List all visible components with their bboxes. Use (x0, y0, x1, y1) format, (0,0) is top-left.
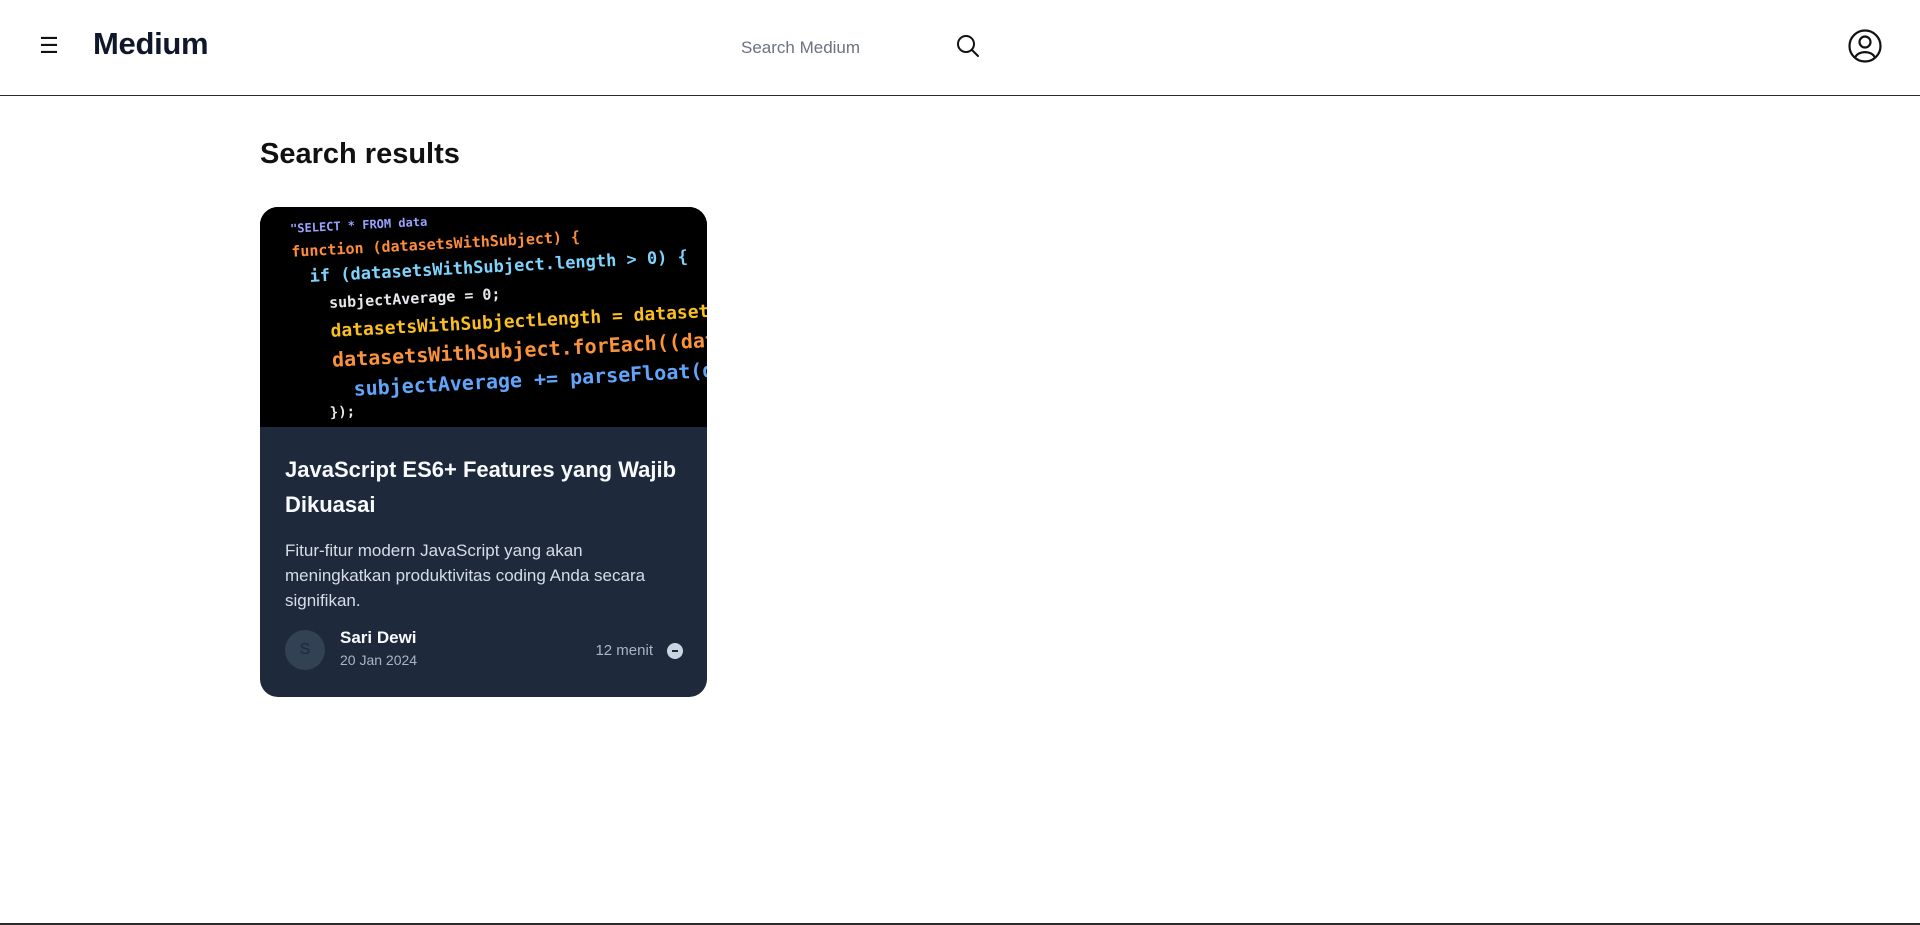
publish-date: 20 Jan 2024 (340, 652, 418, 668)
code-line: }); (329, 404, 355, 421)
avatar: S (285, 630, 325, 670)
page-title: Search results (260, 138, 460, 170)
author-name: Sari Dewi (340, 628, 417, 647)
article-excerpt: Fitur-fitur modern JavaScript yang akan … (285, 541, 646, 610)
article-title[interactable]: JavaScript ES6+ Features yang Wajib Diku… (285, 452, 685, 522)
search-bar (733, 28, 983, 68)
user-account-icon[interactable] (1847, 28, 1883, 64)
read-time: 12 menit (595, 642, 653, 659)
article-meta: S Sari Dewi 20 Jan 2024 12 menit (285, 628, 685, 672)
search-icon[interactable] (953, 32, 983, 62)
top-navigation-bar: ☰ Medium (0, 0, 1920, 96)
search-input[interactable] (733, 28, 933, 68)
article-card[interactable]: "SELECT * FROM data function (datasetsWi… (260, 207, 707, 697)
menu-icon[interactable]: ☰ (36, 30, 62, 62)
article-cover-image: "SELECT * FROM data function (datasetsWi… (260, 207, 707, 427)
bookmark-dot-icon[interactable] (667, 643, 683, 659)
site-logo[interactable]: Medium (93, 26, 209, 62)
article-card-body: JavaScript ES6+ Features yang Wajib Diku… (285, 452, 685, 613)
